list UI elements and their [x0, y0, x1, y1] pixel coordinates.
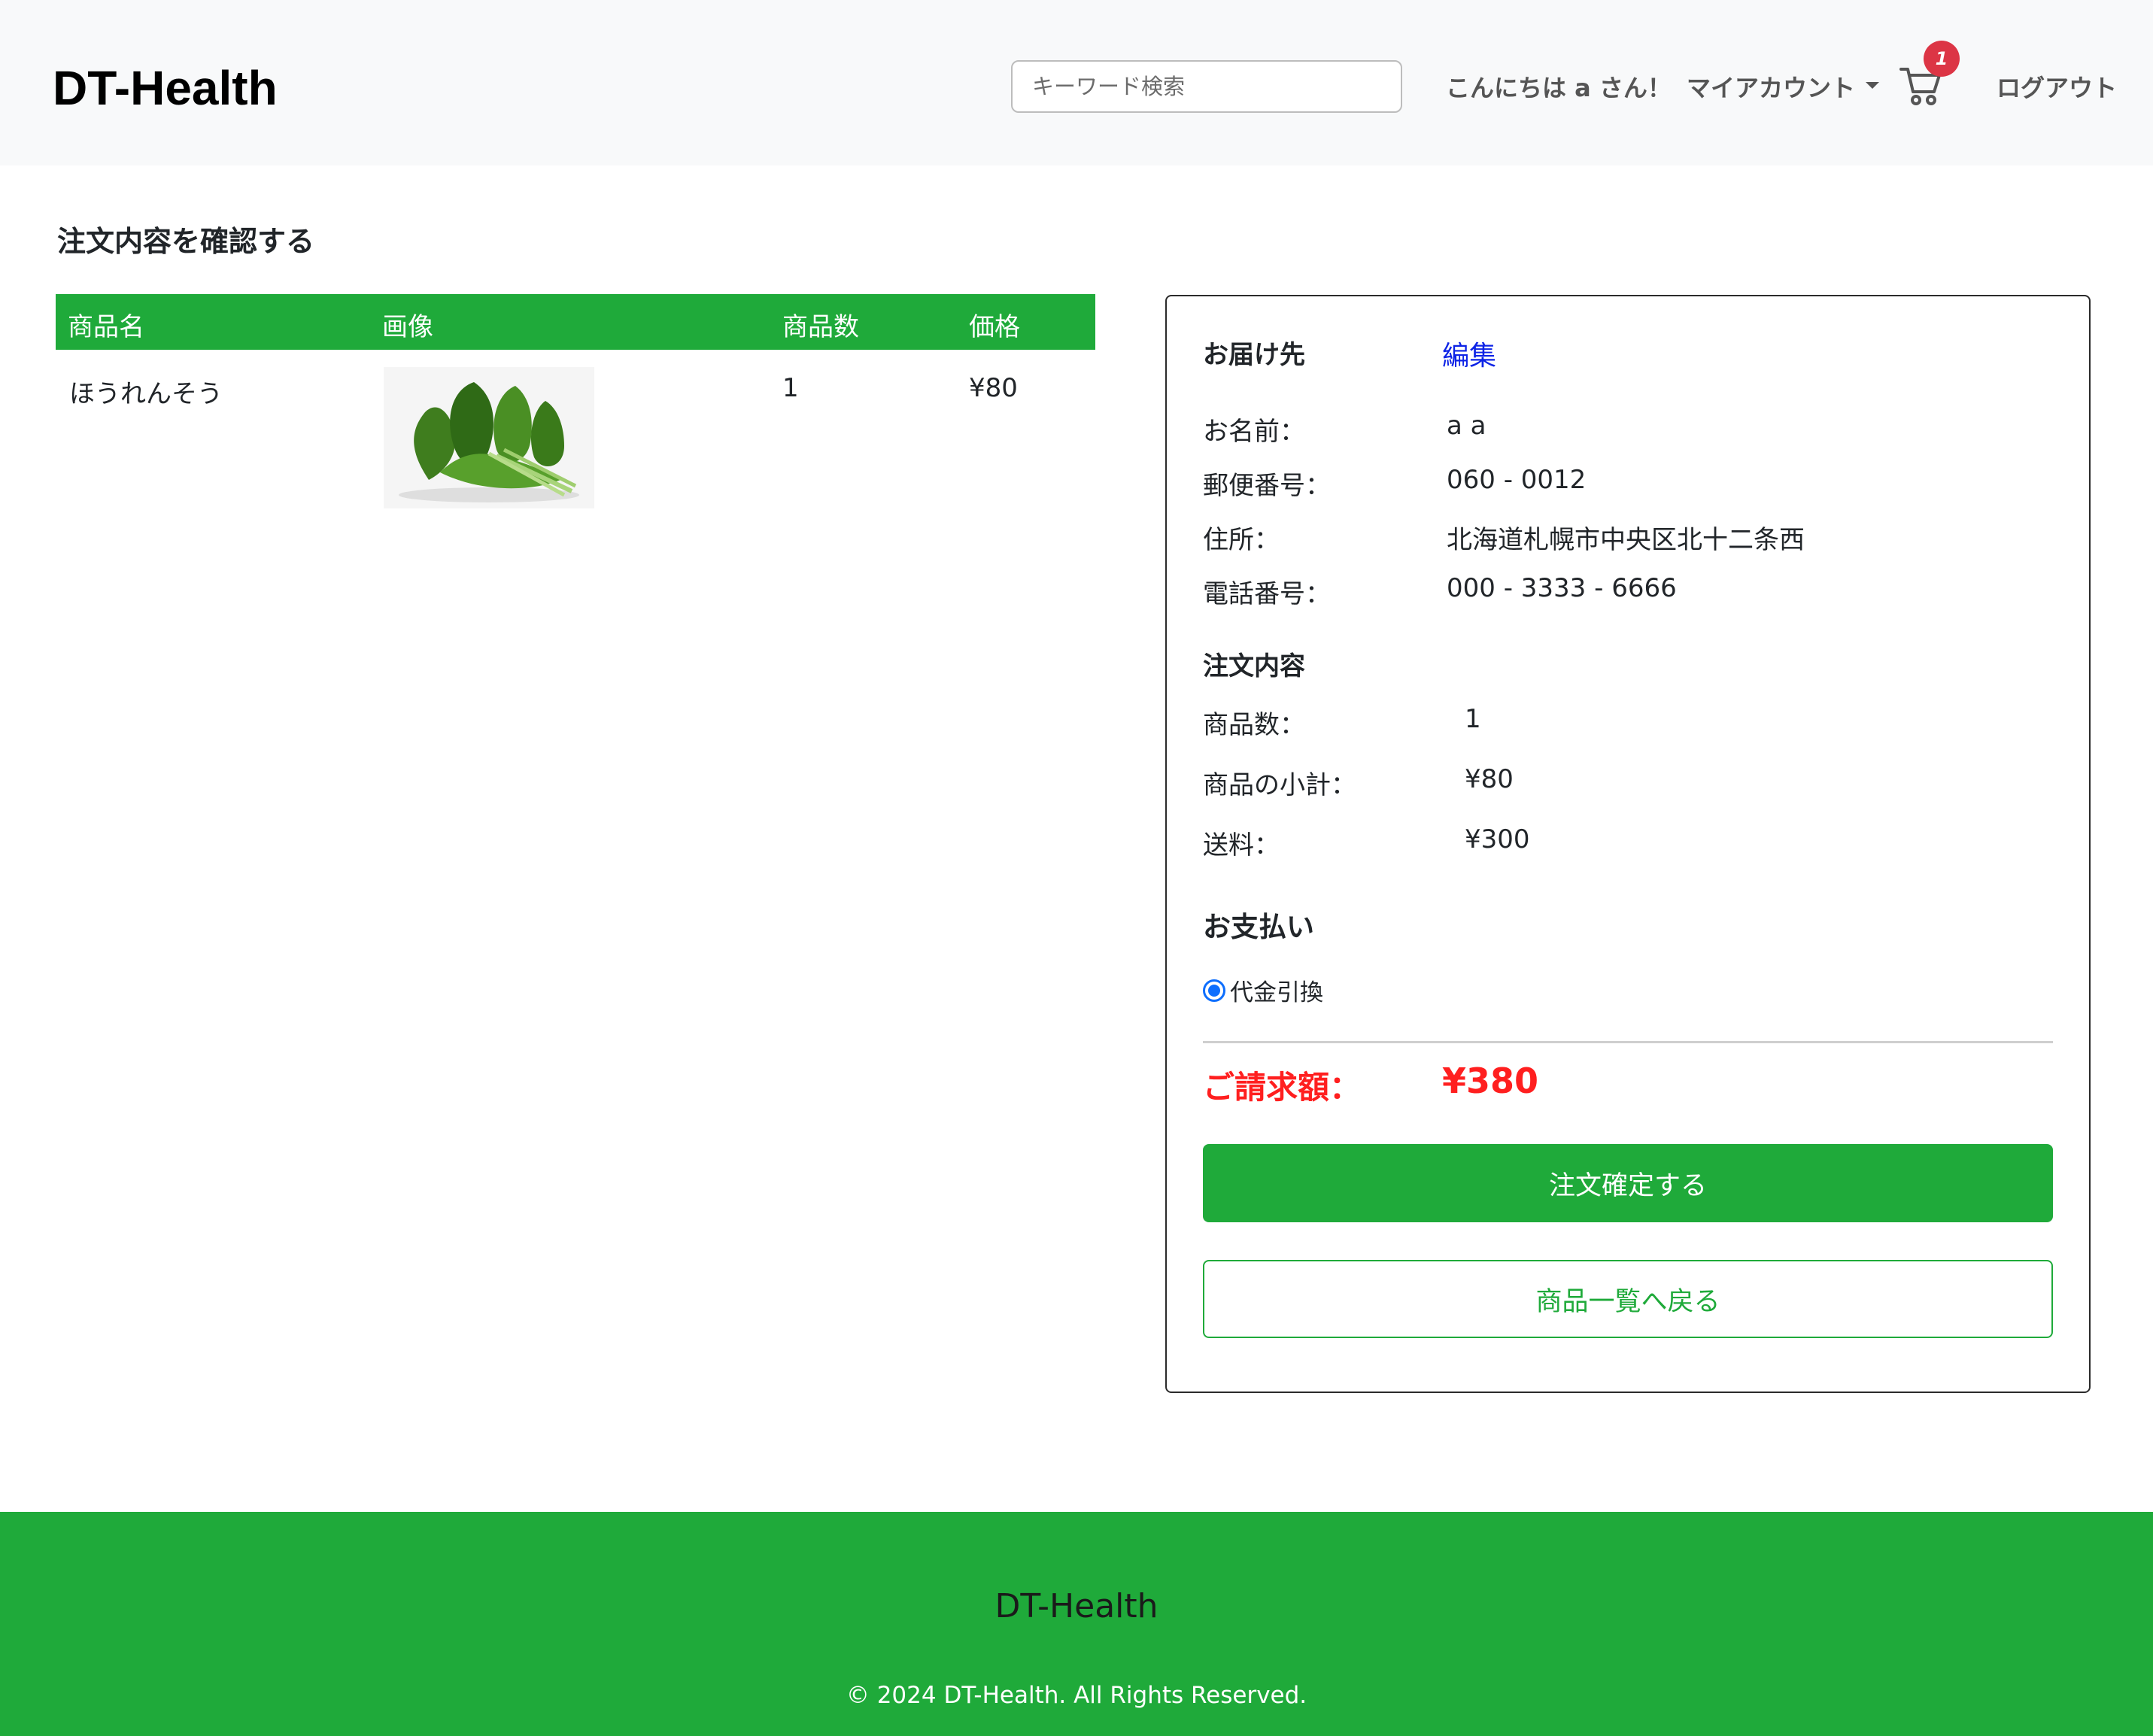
back-to-products-button[interactable]: 商品一覧へ戻る — [1203, 1260, 2053, 1338]
name-value: a a — [1447, 411, 1486, 441]
divider — [1203, 1041, 2053, 1043]
footer: DT-Health © 2024 DT-Health. All Rights R… — [0, 1512, 2153, 1736]
search-input[interactable] — [1011, 60, 1402, 113]
cart-count-badge: 1 — [1924, 41, 1960, 77]
page-title: 注文内容を確認する — [57, 225, 315, 258]
order-title: 注文内容 — [1203, 651, 1305, 681]
payment-title: お支払い — [1203, 911, 1314, 943]
qty-label: 商品数： — [1203, 710, 1305, 740]
logout-link[interactable]: ログアウト — [1997, 69, 2117, 104]
address-label: 住所： — [1203, 525, 1280, 555]
header-quantity: 商品数 — [782, 312, 859, 342]
header-price: 価格 — [969, 312, 1020, 342]
subtotal-label: 商品の小計： — [1203, 770, 1356, 800]
footer-copyright: © 2024 DT-Health. All Rights Reserved. — [846, 1682, 1307, 1709]
postal-value: 060 - 0012 — [1447, 465, 1587, 495]
phone-label: 電話番号： — [1203, 579, 1331, 609]
product-quantity: 1 — [782, 373, 799, 403]
shipping-value: ¥300 — [1465, 824, 1530, 854]
confirm-order-button[interactable]: 注文確定する — [1203, 1144, 2053, 1222]
delivery-title: お届け先 — [1203, 340, 1305, 370]
my-account-dropdown[interactable]: マイアカウント — [1687, 69, 1855, 104]
address-value: 北海道札幌市中央区北十二条西 — [1447, 525, 1805, 555]
payment-radio[interactable] — [1203, 979, 1225, 1002]
product-name: ほうれんそう — [69, 379, 223, 409]
phone-value: 000 - 3333 - 6666 — [1447, 573, 1677, 603]
subtotal-value: ¥80 — [1465, 764, 1514, 794]
product-image-spinach — [384, 367, 594, 508]
name-label: お名前： — [1203, 417, 1305, 447]
header-image: 画像 — [382, 312, 433, 342]
cart-table-header: 商品名 画像 商品数 価格 — [56, 294, 1095, 350]
shipping-label: 送料： — [1203, 830, 1280, 860]
payment-option-cod[interactable]: 代金引換 — [1203, 973, 1323, 1007]
top-navbar: DT-Health こんにちは a さん！ マイアカウント 1 ログアウト — [0, 0, 2153, 165]
chevron-down-icon[interactable] — [1866, 82, 1879, 89]
bill-label: ご請求額： — [1203, 1069, 1362, 1106]
bill-total: ¥380 — [1442, 1061, 1539, 1101]
product-price: ¥80 — [969, 373, 1018, 403]
greeting-text: こんにちは a さん！ — [1446, 74, 1672, 102]
order-summary-card: お届け先 編集 お名前： a a 郵便番号： 060 - 0012 住所： 北海… — [1165, 295, 2091, 1393]
edit-address-link[interactable]: 編集 — [1442, 334, 1496, 373]
brand-logo[interactable]: DT-Health — [53, 60, 278, 116]
footer-brand: DT-Health — [995, 1587, 1158, 1625]
qty-value: 1 — [1465, 704, 1481, 734]
header-product-name: 商品名 — [68, 312, 144, 342]
postal-label: 郵便番号： — [1203, 471, 1331, 501]
payment-option-label[interactable]: 代金引換 — [1230, 973, 1323, 1007]
